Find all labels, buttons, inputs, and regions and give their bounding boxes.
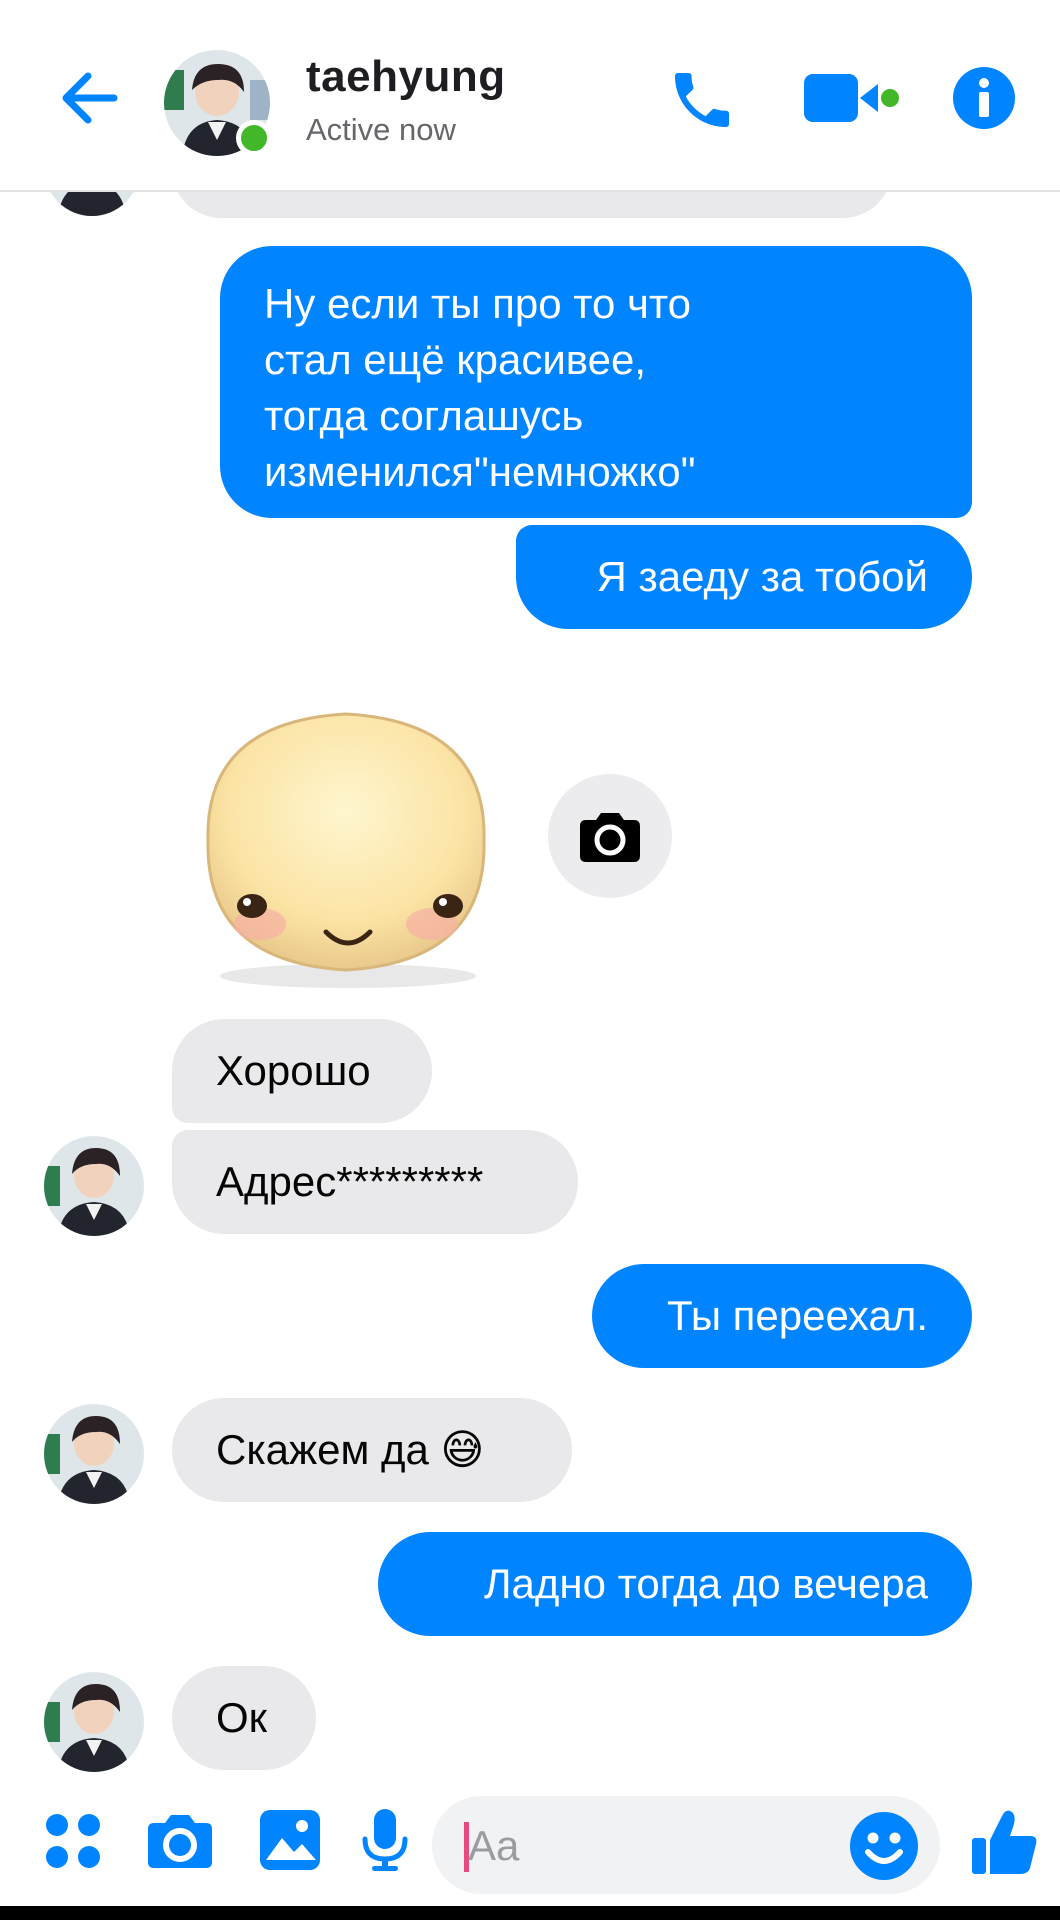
more-actions-button[interactable] bbox=[40, 1808, 106, 1874]
message-line: изменился"немножко" bbox=[264, 448, 696, 495]
emoji-icon bbox=[850, 1812, 918, 1880]
microphone-icon bbox=[362, 1809, 408, 1871]
conversation-info-button[interactable] bbox=[948, 62, 1020, 134]
message-bubble-outgoing[interactable]: Я заеду за тобой bbox=[516, 525, 972, 629]
thumbs-up-icon bbox=[972, 1810, 1037, 1874]
contact-name[interactable]: taehyung bbox=[306, 52, 506, 102]
message-bubble-outgoing[interactable]: Ты переехал. bbox=[592, 1264, 972, 1368]
apps-icon bbox=[46, 1814, 100, 1868]
sender-avatar[interactable] bbox=[44, 1404, 144, 1504]
voice-record-button[interactable] bbox=[352, 1802, 418, 1878]
message-input-container[interactable]: Aa bbox=[432, 1796, 940, 1894]
video-call-button[interactable] bbox=[800, 62, 900, 134]
conversation-header: taehyung Active now bbox=[0, 0, 1060, 192]
camera-icon bbox=[580, 813, 640, 862]
message-text: Хорошо bbox=[216, 1047, 371, 1094]
gallery-button[interactable] bbox=[252, 1802, 328, 1878]
message-text: Я заеду за тобой bbox=[596, 553, 928, 600]
message-bubble-outgoing[interactable]: Ладно тогда до вечера bbox=[378, 1532, 972, 1636]
message-text: Ок bbox=[216, 1694, 268, 1741]
phone-icon bbox=[675, 73, 729, 127]
message-line: стал ещё красивее, bbox=[264, 336, 647, 383]
message-bubble-outgoing[interactable]: Ну если ты про то что стал ещё красивее,… bbox=[220, 246, 972, 518]
like-button[interactable] bbox=[962, 1800, 1046, 1884]
camera-button[interactable] bbox=[142, 1802, 218, 1878]
message-text: Скажем да bbox=[216, 1426, 429, 1473]
message-text: Ты переехал. bbox=[667, 1292, 928, 1339]
message-bubble-incoming[interactable]: Хорошо bbox=[172, 1019, 432, 1123]
message-input[interactable]: Aa bbox=[468, 1820, 519, 1872]
sender-avatar[interactable] bbox=[44, 1136, 144, 1236]
camera-icon bbox=[148, 1815, 212, 1868]
voice-call-button[interactable] bbox=[660, 58, 744, 142]
composer-bar: Aa bbox=[0, 1780, 1060, 1906]
info-icon bbox=[953, 67, 1015, 129]
message-line: тогда соглашусь bbox=[264, 392, 584, 439]
back-button[interactable] bbox=[52, 60, 128, 136]
sender-avatar[interactable] bbox=[44, 1672, 144, 1772]
active-status: Active now bbox=[306, 112, 456, 147]
smiling-face-sticker[interactable] bbox=[186, 692, 506, 992]
message-text: Ладно тогда до вечера bbox=[483, 1560, 928, 1607]
emoji-button[interactable] bbox=[846, 1808, 922, 1884]
message-text: Адрес********* bbox=[216, 1158, 484, 1205]
message-line: Ну если ты про то что bbox=[264, 280, 692, 327]
gallery-icon bbox=[260, 1810, 320, 1870]
sweat-smile-emoji: 😅 bbox=[440, 1426, 485, 1473]
online-indicator bbox=[236, 120, 272, 156]
message-bubble-incoming[interactable]: Адрес********* bbox=[172, 1130, 578, 1234]
sticker-camera-button[interactable] bbox=[548, 774, 672, 898]
system-navigation-bar bbox=[0, 1906, 1060, 1920]
back-arrow-icon bbox=[62, 72, 118, 124]
video-camera-icon bbox=[804, 74, 899, 122]
message-bubble-incoming[interactable]: Ок bbox=[172, 1666, 316, 1770]
message-bubble-incoming[interactable]: Скажем да 😅 bbox=[172, 1398, 572, 1502]
